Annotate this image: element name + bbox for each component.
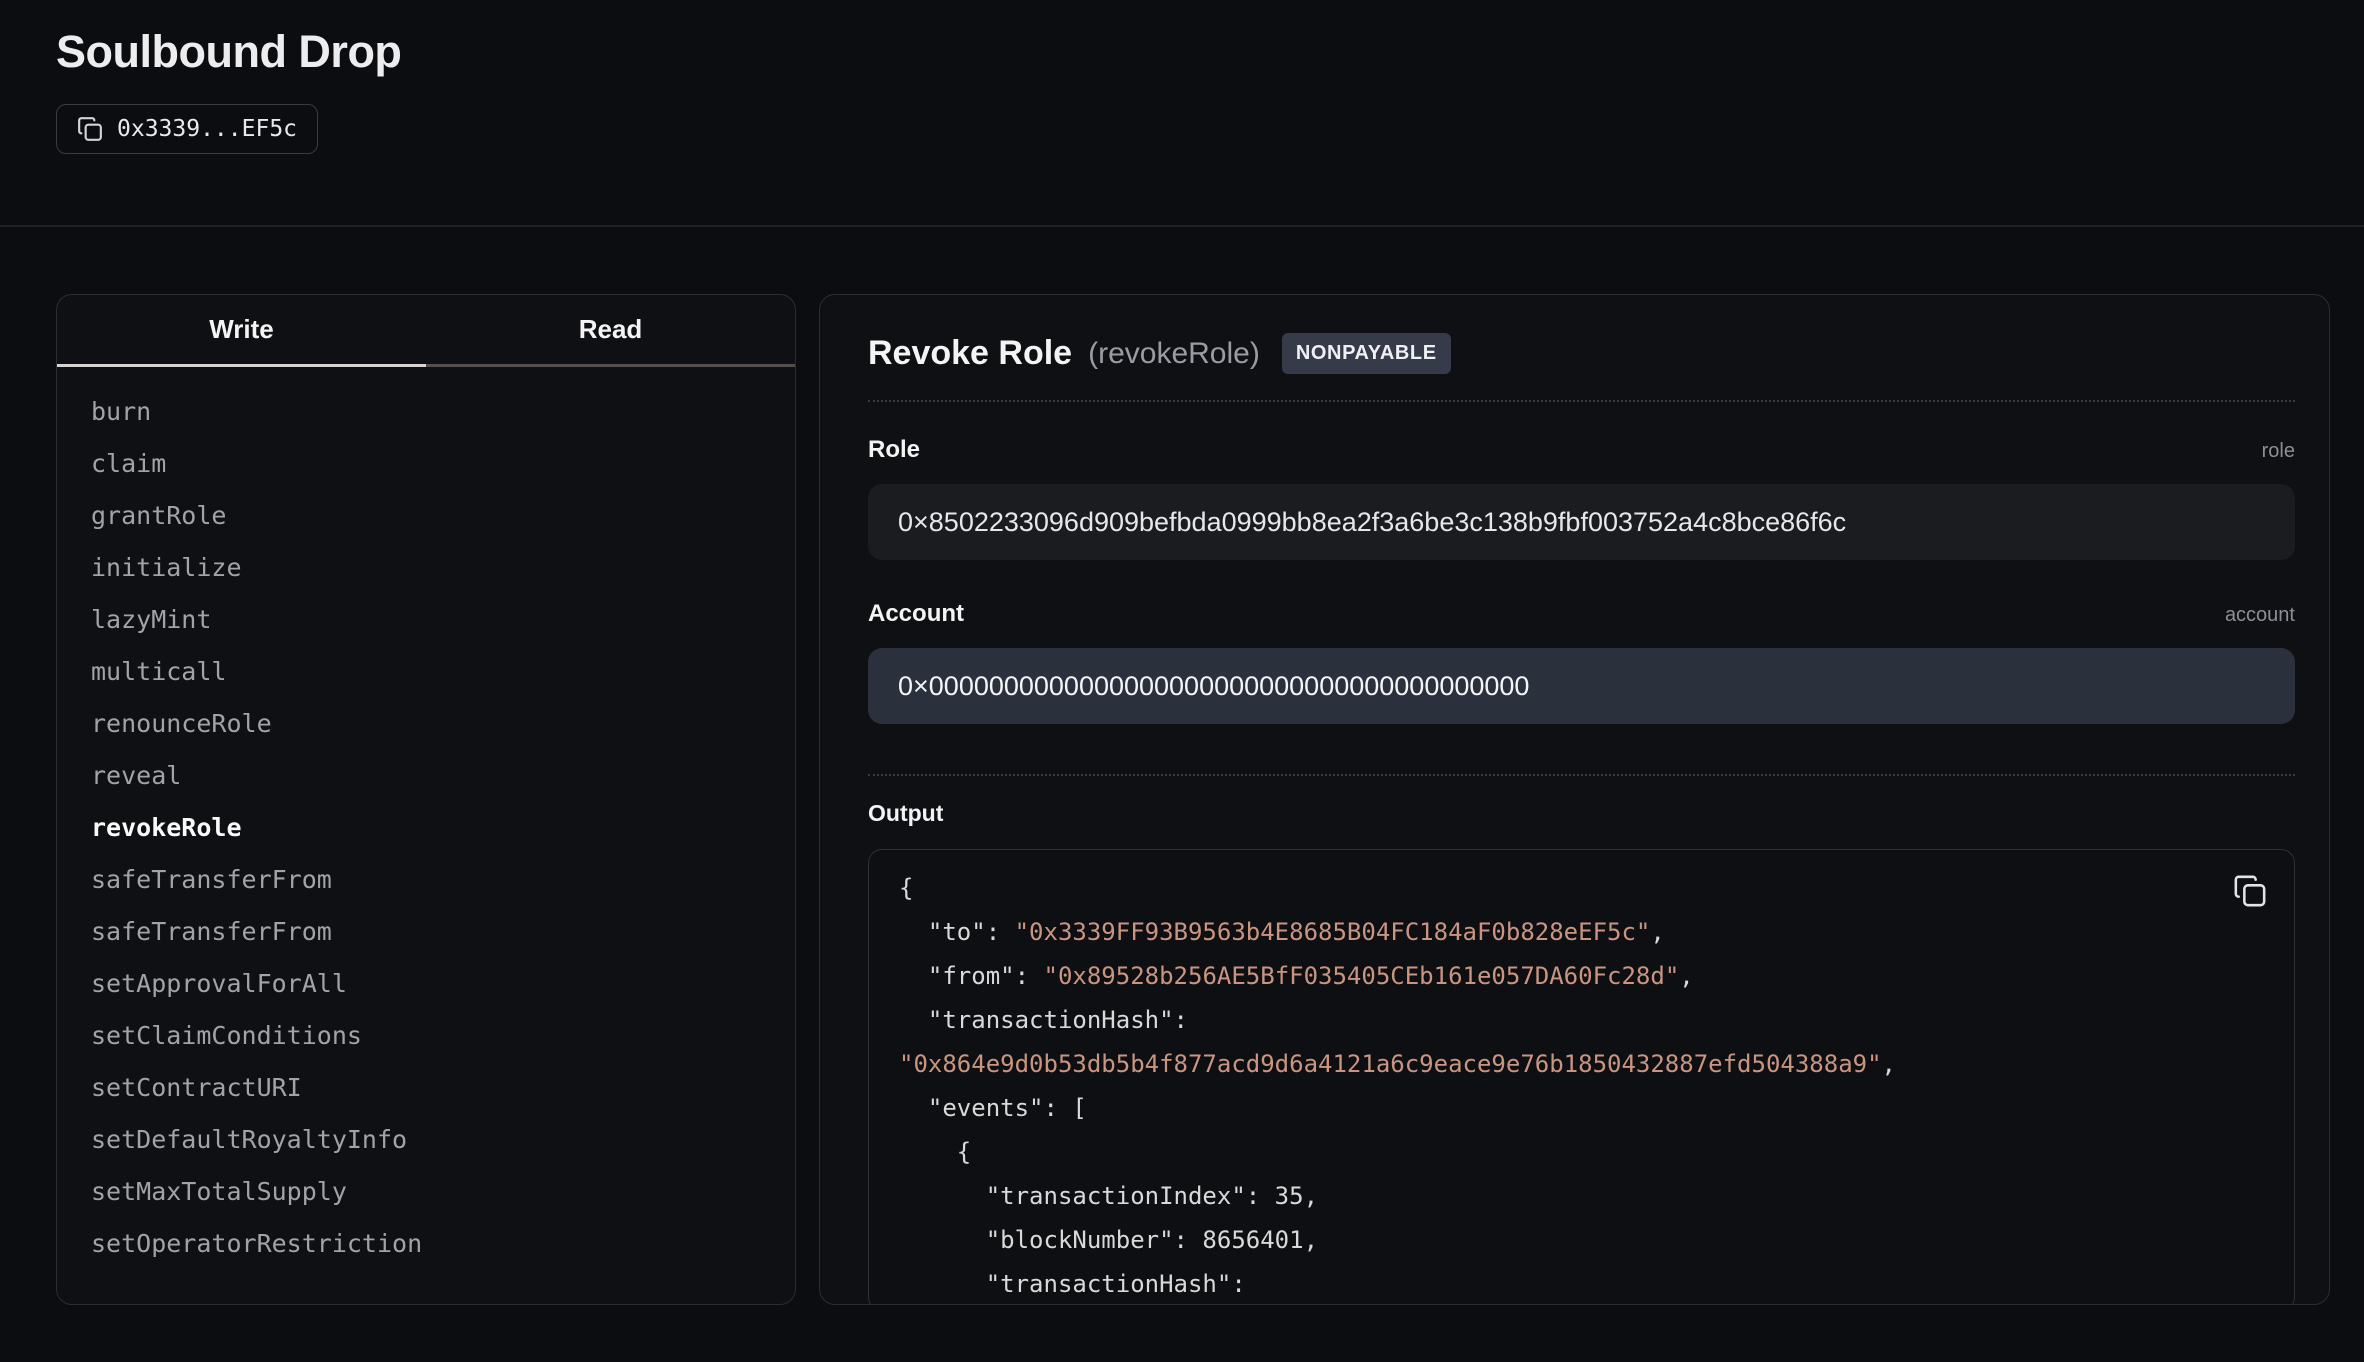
contract-address-label: 0x3339...EF5c — [117, 116, 297, 142]
output-code-line: "events": [ — [899, 1086, 2264, 1130]
function-item-setContractURI[interactable]: setContractURI — [91, 1061, 795, 1113]
role-label: Role — [868, 436, 920, 464]
function-item-reveal[interactable]: reveal — [91, 749, 795, 801]
output-code-line: { — [899, 1130, 2264, 1174]
copy-icon — [77, 116, 103, 142]
role-field-row: Role role — [868, 436, 2295, 464]
output-code-line: "0x864e9d0b53db5b4f877acd9d6a4121a6c9eac… — [899, 1042, 2264, 1086]
output-code-line: "transactionHash": — [899, 998, 2264, 1042]
function-item-setOperatorRestriction[interactable]: setOperatorRestriction — [91, 1217, 795, 1269]
account-input[interactable] — [868, 648, 2295, 724]
function-item-multicall[interactable]: multicall — [91, 645, 795, 697]
output-label: Output — [868, 800, 2295, 827]
copy-icon — [2233, 874, 2267, 911]
account-label: Account — [868, 600, 964, 628]
function-item-setMaxTotalSupply[interactable]: setMaxTotalSupply — [91, 1165, 795, 1217]
function-item-safeTransferFrom[interactable]: safeTransferFrom — [91, 853, 795, 905]
account-field-row: Account account — [868, 600, 2295, 628]
function-item-revokeRole[interactable]: revokeRole — [91, 801, 795, 853]
tab-write[interactable]: Write — [57, 295, 426, 367]
function-list: burnclaimgrantRoleinitializelazyMintmult… — [57, 367, 795, 1269]
function-item-setDefaultRoyaltyInfo[interactable]: setDefaultRoyaltyInfo — [91, 1113, 795, 1165]
function-name: (revokeRole) — [1088, 337, 1260, 371]
output-divider — [868, 774, 2295, 776]
output-code-line: "transactionHash": — [899, 1262, 2264, 1305]
header-divider — [868, 400, 2295, 402]
explorer-content: Write Read burnclaimgrantRoleinitializel… — [56, 294, 2330, 1305]
copy-output-button[interactable] — [2228, 870, 2272, 914]
panel-header: Revoke Role (revokeRole) NONPAYABLE — [868, 333, 2295, 374]
mutability-badge: NONPAYABLE — [1282, 333, 1451, 374]
page-header: Soulbound Drop 0x3339...EF5c — [0, 0, 2364, 227]
tab-read[interactable]: Read — [426, 295, 795, 367]
contract-address-button[interactable]: 0x3339...EF5c — [56, 104, 318, 154]
function-item-setClaimConditions[interactable]: setClaimConditions — [91, 1009, 795, 1061]
function-item-lazyMint[interactable]: lazyMint — [91, 593, 795, 645]
output-code-line: "blockNumber": 8656401, — [899, 1218, 2264, 1262]
tabbar: Write Read — [57, 295, 795, 367]
output-code: { "to": "0x3339FF93B9563b4E8685B04FC184a… — [899, 866, 2264, 1305]
function-item-renounceRole[interactable]: renounceRole — [91, 697, 795, 749]
output-box: { "to": "0x3339FF93B9563b4E8685B04FC184a… — [868, 849, 2295, 1305]
function-detail-card: Revoke Role (revokeRole) NONPAYABLE Role… — [819, 294, 2330, 1305]
function-item-burn[interactable]: burn — [91, 385, 795, 437]
function-item-grantRole[interactable]: grantRole — [91, 489, 795, 541]
output-code-line: "to": "0x3339FF93B9563b4E8685B04FC184aF0… — [899, 910, 2264, 954]
output-code-line: "from": "0x89528b256AE5BfF035405CEb161e0… — [899, 954, 2264, 998]
function-title: Revoke Role — [868, 334, 1072, 373]
role-input[interactable] — [868, 484, 2295, 560]
function-list-card: Write Read burnclaimgrantRoleinitializel… — [56, 294, 796, 1305]
function-item-initialize[interactable]: initialize — [91, 541, 795, 593]
output-code-line: "transactionIndex": 35, — [899, 1174, 2264, 1218]
function-item-setApprovalForAll[interactable]: setApprovalForAll — [91, 957, 795, 1009]
page-title: Soulbound Drop — [56, 0, 2308, 78]
account-hint: account — [2225, 604, 2295, 627]
function-item-safeTransferFrom[interactable]: safeTransferFrom — [91, 905, 795, 957]
function-item-claim[interactable]: claim — [91, 437, 795, 489]
role-hint: role — [2262, 440, 2295, 463]
output-code-line: { — [899, 866, 2264, 910]
